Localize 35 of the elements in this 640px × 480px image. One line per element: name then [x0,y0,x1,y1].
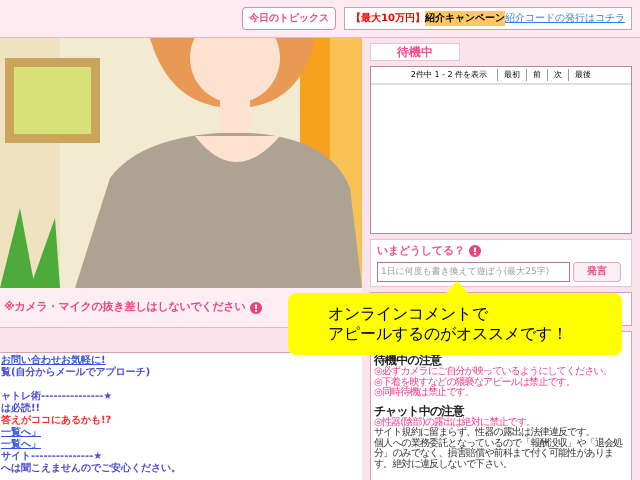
info-text: ャトレ術---------------★ [1,391,112,402]
info-link[interactable]: お問い合わせお気軽に! [1,355,106,367]
callout-text: アピールするのがオススメです！ [328,324,569,344]
notes-heading: 待機中の注意 [374,353,443,367]
info-text: は必読!! [1,403,40,414]
banner-prize: 【最大10万円】 [351,12,425,26]
note-text: ◎同時待機は禁止です。 [374,388,474,398]
note-text: 個人への業務委託となっているので「報酬没収」や「退会処分」のみでなく、損害賠償や前科まで付く可能性があります。絶対に違反しないで下さい。 [374,438,624,470]
referral-link[interactable]: 紹介コードの発行はコチラ [505,11,625,26]
info-text: 答えがココにあるかも!? [1,415,112,426]
note-text: ◎性器(陰部)の露出は絶対に禁止です。 [374,418,536,428]
note-text: サイト規約に留まらず、性器の露出は法律違反です。 [374,428,595,438]
note-text: ◎必ずカメラにご自分が映っているようにしてください。 [374,367,613,377]
status-post-title: いまどうしてる？ [377,243,465,259]
status-label: 待機中 [370,43,460,61]
alert-icon [250,302,262,314]
info-text: サイト---------------★ [1,451,102,462]
status-input[interactable]: 1日に何度も書き換えて遊ぼう(最大25字) [377,262,570,282]
post-button[interactable]: 発言 [573,262,621,282]
info-text: へは聞こえませんのでご安心ください。 [1,463,181,475]
pager-link[interactable]: 前 [526,69,542,81]
camera-notice: ※カメラ・マイクの抜き差しはしないでください [4,299,246,316]
notes-heading: チャット中の注意 [374,404,464,418]
note-text: ◎下着を映すなどの猥褻なアピールは禁止です。 [374,378,576,388]
info-text: 覧(自分からメールでアプローチ) [1,367,150,379]
callout-text: オンラインコメントで [328,304,490,324]
pager-summary: 2件中 1 - 2 件を表示 [410,69,488,81]
info-link[interactable]: 一覧へ」 [1,427,41,439]
topics-button[interactable]: 今日のトピックス [242,7,336,30]
banner-highlight: 紹介キャンペーン [425,11,505,26]
pager-link[interactable]: 次 [547,69,562,81]
pager-link[interactable]: 最後 [568,69,592,81]
info-link[interactable]: 一覧へ」 [1,439,41,451]
pager-link[interactable]: 最初 [497,69,520,81]
alert-icon [469,245,481,258]
